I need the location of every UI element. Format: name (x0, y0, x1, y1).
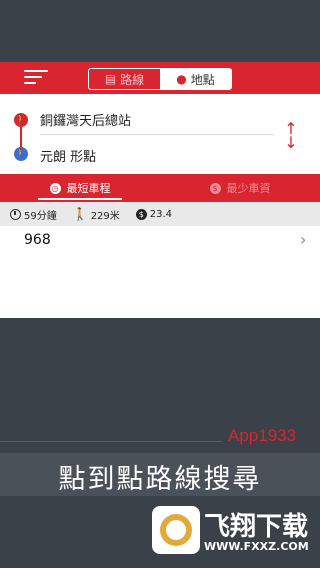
tab-lowest-fare-label: 最少車資 (226, 182, 271, 195)
watermark: 飞翔下载 WWW.FXXZ.COM (152, 506, 310, 562)
route-number: 968 (24, 232, 51, 248)
route-connector (20, 127, 22, 147)
route-input-panel: 🚶 🚶 銅鑼灣天后總站 元朗 形點 ↑ ↓ (0, 96, 320, 174)
watermark-url: WWW.FXXZ.COM (204, 540, 309, 553)
dollar-icon: $ (135, 208, 147, 220)
promo-caption: 點到點路線搜尋 (58, 464, 262, 495)
tab-locations-label: 地點 (190, 72, 215, 87)
sort-tabs: ◷ 最短車程 $ 最少車資 (0, 174, 320, 202)
walking-icon: 🚶 (72, 207, 88, 221)
fare-stat: $ 23.4 (135, 208, 173, 220)
tab-locations[interactable]: ● 地點 (160, 69, 231, 89)
destination-field[interactable]: 元朗 形點 (40, 146, 96, 165)
location-pin-icon: ● (176, 72, 187, 86)
brand-divider (0, 441, 222, 442)
clock-icon (10, 208, 21, 220)
top-bar: ▤ 路線 ● 地點 (0, 62, 320, 94)
summary-bar: 59分鐘 🚶 229米 $ 23.4 (0, 202, 320, 226)
watermark-title: 飞翔下载 (204, 512, 309, 542)
origin-walker-icon: 🚶 (14, 113, 28, 127)
tab-lowest-fare[interactable]: $ 最少車資 (160, 174, 320, 202)
duration-stat: 59分鐘 (10, 207, 57, 222)
bus-icon: ▤ (104, 72, 117, 86)
fare-value: 23.4 (149, 208, 173, 220)
tab-routes-label: 路線 (120, 72, 145, 87)
duration-value: 59分鐘 (24, 210, 57, 222)
app-screen: ▤ 路線 ● 地點 🚶 🚶 銅鑼灣天后總站 元朗 形點 ↑ ↓ ◷ 最短車程 $ … (0, 62, 320, 318)
tab-shortest-time-label: 最短車程 (66, 182, 111, 195)
field-divider (40, 134, 274, 135)
mode-segmented-control: ▤ 路線 ● 地點 (88, 68, 232, 90)
watermark-logo-icon (152, 506, 200, 554)
walk-stat: 🚶 229米 (73, 207, 120, 222)
tab-shortest-time[interactable]: ◷ 最短車程 (0, 174, 160, 202)
swap-icon[interactable]: ↑ ↓ (284, 121, 298, 151)
menu-icon[interactable] (24, 70, 48, 86)
dollar-icon: $ (209, 182, 221, 194)
tab-routes[interactable]: ▤ 路線 (89, 69, 160, 89)
clock-icon: ◷ (49, 182, 61, 194)
brand-label: App1933 (228, 426, 297, 445)
destination-walker-icon: 🚶 (14, 147, 28, 161)
origin-field[interactable]: 銅鑼灣天后總站 (40, 110, 131, 129)
walk-value: 229米 (90, 210, 120, 222)
list-item[interactable]: 968 › (0, 226, 320, 256)
chevron-right-icon: › (300, 230, 307, 249)
